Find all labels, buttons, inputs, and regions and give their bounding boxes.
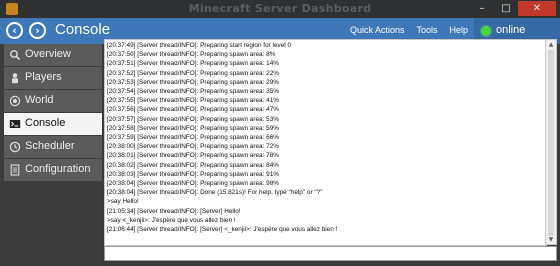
- scroll-up-icon[interactable]: ▲: [546, 40, 556, 49]
- log-line: [20:37:55] [Server thread/INFO]: Prepari…: [107, 97, 279, 105]
- close-button[interactable]: ✕: [518, 1, 556, 16]
- menu-quick-actions[interactable]: Quick Actions: [350, 25, 405, 35]
- scrollbar-thumb[interactable]: [548, 50, 554, 236]
- globe-icon: [9, 95, 21, 107]
- menu-tools[interactable]: Tools: [416, 25, 437, 35]
- magnifier-icon: [9, 49, 21, 61]
- console-log: [20:37:49] [Server thread/INFO]: Prepari…: [107, 41, 544, 234]
- command-input[interactable]: [107, 247, 557, 260]
- status-dot-icon: [481, 26, 491, 36]
- console-scrollbar[interactable]: ▲ ▼: [545, 39, 557, 245]
- log-line: [21:06:44] [Server thread/INFO]: [Server…: [107, 226, 338, 234]
- document-icon: [9, 164, 21, 176]
- clock-icon: [9, 141, 21, 153]
- sidebar-item-overview[interactable]: Overview: [4, 44, 102, 67]
- menu-help[interactable]: Help: [449, 25, 468, 35]
- forward-arrow-icon[interactable]: ›: [29, 22, 46, 39]
- sidebar-item-label: Players: [25, 71, 62, 83]
- log-line: [20:37:52] [Server thread/INFO]: Prepari…: [107, 69, 279, 77]
- log-line: [20:37:51] [Server thread/INFO]: Prepari…: [107, 60, 279, 68]
- back-arrow-icon[interactable]: ‹: [6, 22, 23, 39]
- log-line: [20:37:50] [Server thread/INFO]: Prepari…: [107, 51, 276, 59]
- terminal-icon: [9, 118, 21, 130]
- sidebar-item-label: Scheduler: [25, 140, 75, 152]
- window-controls: – □ ✕: [470, 1, 556, 16]
- log-line: [20:37:54] [Server thread/INFO]: Prepari…: [107, 88, 279, 96]
- log-line: [20:37:59] [Server thread/INFO]: Prepari…: [107, 134, 279, 142]
- sidebar-item-configuration[interactable]: Configuration: [4, 159, 102, 182]
- log-line: >say <_kenjii>: J'espère que vous allez …: [107, 216, 236, 224]
- sidebar-item-players[interactable]: Players: [4, 67, 102, 90]
- log-line: [20:37:56] [Server thread/INFO]: Prepari…: [107, 106, 279, 114]
- person-icon: [9, 72, 21, 84]
- log-line: [20:38:02] [Server thread/INFO]: Prepari…: [107, 161, 279, 169]
- log-line: [20:37:49] [Server thread/INFO]: Prepari…: [107, 42, 291, 49]
- log-line: [20:37:58] [Server thread/INFO]: Prepari…: [107, 124, 279, 132]
- log-line: [20:38:04] [Server thread/INFO]: Prepari…: [107, 180, 279, 188]
- log-line: [20:37:57] [Server thread/INFO]: Prepari…: [107, 115, 279, 123]
- log-line: [20:38:00] [Server thread/INFO]: Prepari…: [107, 143, 279, 151]
- app-window: Minecraft Server Dashboard – □ ✕ ‹ › Con…: [0, 0, 560, 266]
- log-line: [20:37:53] [Server thread/INFO]: Prepari…: [107, 78, 279, 86]
- sidebar: Overview Players World Console Scheduler…: [0, 44, 102, 266]
- sidebar-item-label: World: [25, 94, 54, 106]
- sidebar-item-world[interactable]: World: [4, 90, 102, 113]
- page-title: Console: [55, 21, 111, 38]
- sidebar-item-label: Configuration: [25, 163, 91, 175]
- sidebar-item-console[interactable]: Console: [4, 113, 102, 136]
- top-menu: Quick Actions Tools Help: [350, 25, 468, 35]
- title-bar[interactable]: Minecraft Server Dashboard – □ ✕: [0, 0, 560, 18]
- sidebar-item-scheduler[interactable]: Scheduler: [4, 136, 102, 159]
- scroll-down-icon[interactable]: ▼: [546, 235, 556, 244]
- log-line: [20:38:01] [Server thread/INFO]: Prepari…: [107, 152, 279, 160]
- sidebar-item-label: Console: [25, 117, 66, 129]
- log-line: >say Hello!: [107, 198, 139, 206]
- sidebar-item-label: Overview: [25, 48, 71, 60]
- log-line: [21:05:34] [Server thread/INFO]: [Server…: [107, 207, 241, 215]
- console-output[interactable]: [20:37:49] [Server thread/INFO]: Prepari…: [104, 39, 547, 246]
- log-line: [20:38:03] [Server thread/INFO]: Prepari…: [107, 170, 279, 178]
- status-label: online: [496, 24, 526, 36]
- maximize-button[interactable]: □: [494, 1, 518, 16]
- command-input-box: [104, 246, 557, 261]
- minimize-button[interactable]: –: [470, 1, 494, 16]
- log-line: [20:38:04] [Server thread/INFO]: Done (1…: [107, 189, 323, 197]
